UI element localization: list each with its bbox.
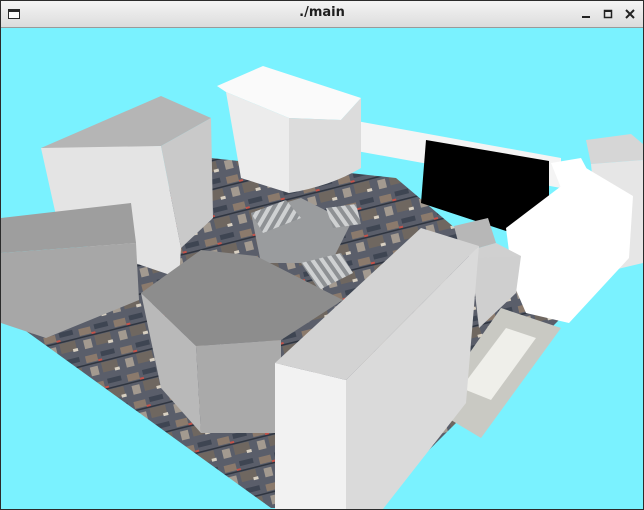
building-center-side [196,340,281,433]
maximize-icon[interactable] [600,6,616,22]
minimize-icon[interactable] [578,6,594,22]
3d-viewport[interactable] [1,28,643,509]
title-bar[interactable]: ./main [1,1,643,28]
window-title: ./main [299,5,345,20]
building-far-right-top [586,134,643,164]
app-window: ./main [0,0,644,510]
building-front-face [275,363,346,509]
scene-canvas [1,66,643,509]
close-icon[interactable] [622,6,638,22]
